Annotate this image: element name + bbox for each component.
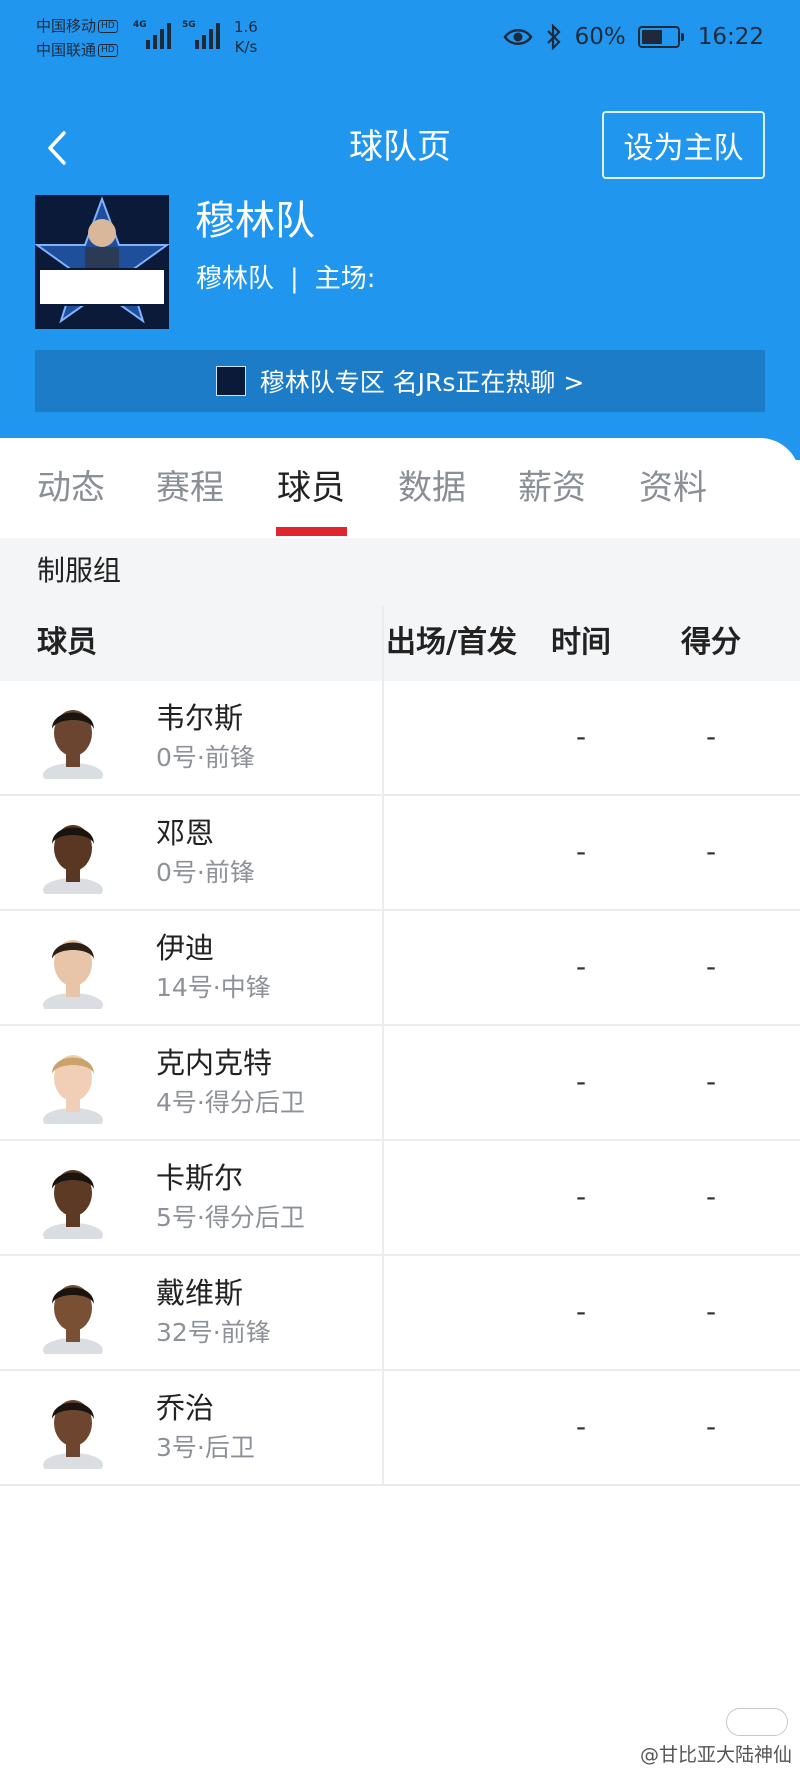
active-tab-indicator: [276, 527, 347, 536]
tab-dynamic[interactable]: 动态: [37, 465, 105, 511]
player-points: -: [705, 950, 717, 983]
set-home-team-button[interactable]: 设为主队: [602, 111, 765, 179]
player-number-position: 5号·得分后卫: [156, 1203, 305, 1232]
clock: 16:22: [697, 24, 764, 50]
player-time: -: [575, 720, 587, 753]
network-speed-value: 1.6: [234, 18, 258, 36]
status-right: 60% 16:22: [503, 22, 764, 52]
hd-badge-1: HD: [98, 20, 118, 33]
player-name: 伊迪: [156, 931, 215, 965]
group-title: 制服组: [37, 554, 122, 587]
signal-icon-2: [195, 23, 220, 49]
tab-players[interactable]: 球员: [277, 465, 345, 511]
watermark: @甘比亚大陆神仙: [639, 1744, 792, 1766]
carrier-2: 中国联通: [36, 41, 97, 59]
team-zone-banner[interactable]: 穆林队专区 名JRs正在热聊 >: [35, 350, 765, 412]
player-number-position: 0号·前锋: [156, 743, 255, 772]
team-logo-image: [35, 195, 169, 329]
tab-salary[interactable]: 薪资: [518, 465, 586, 511]
player-row[interactable]: 戴维斯 32号·前锋 - -: [0, 1256, 800, 1371]
player-avatar: [43, 710, 103, 779]
player-row[interactable]: 乔治 3号·后卫 - -: [0, 1371, 800, 1486]
watermark-logo: [726, 1708, 788, 1736]
player-time: -: [575, 1410, 587, 1443]
player-row[interactable]: 邓恩 0号·前锋 - -: [0, 796, 800, 911]
team-name: 穆林队: [195, 198, 315, 244]
player-time: -: [575, 1295, 587, 1328]
player-points: -: [705, 1065, 717, 1098]
battery-fill: [641, 30, 662, 44]
player-avatar: [43, 1285, 103, 1354]
network-speed-unit: K/s: [234, 38, 258, 56]
column-apps: 出场/首发: [386, 625, 517, 660]
player-number-position: 3号·后卫: [156, 1433, 255, 1462]
column-divider: [382, 606, 384, 1486]
bluetooth-icon: [546, 24, 561, 50]
status-bar: 中国移动 HD 中国联通 HD 4G 5G 1.6 K/s 60% 16:22: [0, 0, 800, 75]
player-name: 邓恩: [156, 816, 215, 850]
column-time: 时间: [551, 625, 611, 660]
tab-bar: 动态 赛程 球员 数据 薪资 资料: [0, 438, 800, 538]
player-time: -: [575, 1065, 587, 1098]
player-time: -: [575, 835, 587, 868]
player-name: 卡斯尔: [156, 1161, 244, 1195]
team-short-name: 穆林队: [196, 264, 275, 294]
column-points: 得分: [681, 625, 741, 660]
player-number-position: 32号·前锋: [156, 1318, 271, 1347]
player-name: 戴维斯: [156, 1276, 244, 1310]
tab-info[interactable]: 资料: [639, 465, 707, 511]
player-points: -: [705, 1295, 717, 1328]
home-venue-label: 主场:: [314, 264, 376, 294]
team-logo: [35, 195, 169, 329]
subtitle-separator: |: [290, 264, 299, 294]
player-points: -: [705, 835, 717, 868]
hd-badge-2: HD: [98, 44, 118, 57]
player-row[interactable]: 克内克特 4号·得分后卫 - -: [0, 1026, 800, 1141]
team-mini-logo: [215, 366, 246, 396]
player-points: -: [705, 1180, 717, 1213]
player-time: -: [575, 950, 587, 983]
player-name: 韦尔斯: [156, 701, 244, 735]
network-speed: 1.6 K/s: [234, 17, 258, 57]
player-name: 克内克特: [156, 1046, 273, 1080]
carrier-1: 中国移动: [36, 17, 97, 35]
player-avatar: [43, 1170, 103, 1239]
player-name: 乔治: [156, 1391, 215, 1425]
player-points: -: [705, 720, 717, 753]
carrier-info: 中国移动 HD 中国联通 HD: [36, 14, 118, 62]
team-subtitle: 穆林队 | 主场:: [196, 262, 376, 296]
player-number-position: 4号·得分后卫: [156, 1088, 305, 1117]
player-number-position: 0号·前锋: [156, 858, 255, 887]
player-row[interactable]: 伊迪 14号·中锋 - -: [0, 911, 800, 1026]
tab-schedule[interactable]: 赛程: [156, 465, 224, 511]
player-avatar: [43, 1055, 103, 1124]
signal-icon-1: [146, 23, 171, 49]
battery-percent: 60%: [574, 24, 626, 50]
player-time: -: [575, 1180, 587, 1213]
player-avatar: [43, 940, 103, 1009]
player-row[interactable]: 卡斯尔 5号·得分后卫 - -: [0, 1141, 800, 1256]
column-player: 球员: [37, 625, 97, 660]
battery-icon: [637, 26, 684, 48]
banner-text: 穆林队专区 名JRs正在热聊 >: [259, 368, 585, 397]
player-points: -: [705, 1410, 717, 1443]
player-number-position: 14号·中锋: [156, 973, 271, 1002]
player-avatar: [43, 1400, 103, 1469]
player-avatar: [43, 825, 103, 894]
eye-icon: [503, 29, 533, 45]
tab-stats[interactable]: 数据: [398, 465, 466, 511]
player-row[interactable]: 韦尔斯 0号·前锋 - -: [0, 681, 800, 796]
